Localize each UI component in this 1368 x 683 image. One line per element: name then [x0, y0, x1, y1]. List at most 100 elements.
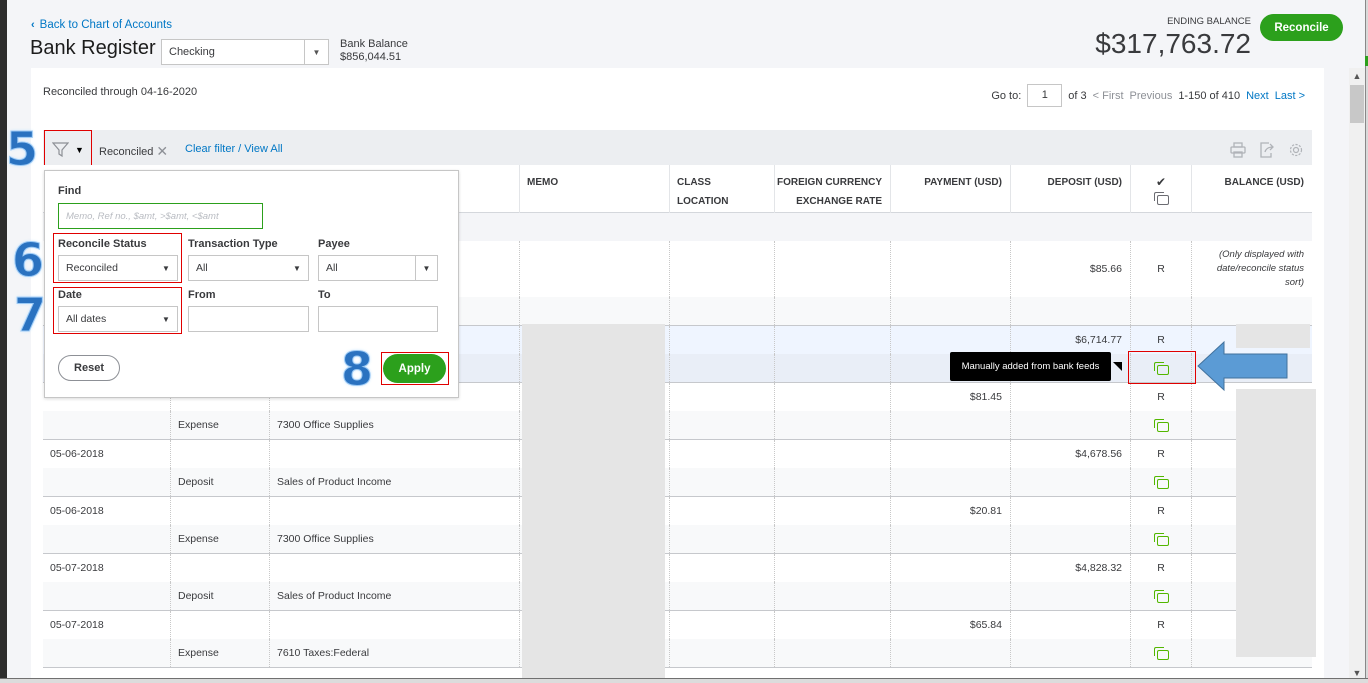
row-line-2: Deposit Sales of Product Income — [43, 468, 1312, 496]
type-cell: Expense — [170, 411, 269, 439]
column-header-memo[interactable]: MEMO — [519, 165, 669, 213]
deposit-header-label: DEPOSIT (USD) — [1047, 177, 1122, 188]
bank-feed-cell — [1130, 582, 1191, 610]
class-header-label: CLASS — [677, 177, 711, 188]
table-row[interactable]: 05-07-2018 $65.84 R Expense 7610 Taxes:Feder… — [43, 611, 1312, 668]
vertical-scrollbar[interactable]: ▲ ▼ — [1349, 68, 1365, 683]
payee-cell — [269, 497, 519, 525]
account-cell: 7300 Office Supplies — [269, 525, 519, 553]
scrollbar-thumb[interactable] — [1350, 85, 1364, 123]
class-cell — [669, 241, 774, 297]
payment-cell-2 — [890, 639, 1010, 667]
transaction-type-label: Transaction Type — [188, 238, 278, 250]
payee-cell — [269, 440, 519, 468]
payee-select[interactable]: All ▼ — [318, 255, 438, 281]
column-header-foreign-currency[interactable]: FOREIGN CURRENCY EXCHANGE RATE — [774, 165, 890, 213]
find-input[interactable]: Memo, Ref no., $amt, >$amt, <$amt — [58, 203, 263, 229]
last-page-link[interactable]: Last > — [1275, 90, 1305, 102]
deposit-cell-2 — [1010, 525, 1130, 553]
class-cell — [669, 611, 774, 639]
fx-header-line2: EXCHANGE RATE — [796, 196, 882, 207]
payment-cell — [890, 241, 1010, 297]
bank-feed-icon[interactable] — [1154, 533, 1169, 546]
date-cell: 05-07-2018 — [50, 562, 104, 574]
horizontal-scrollbar[interactable] — [0, 678, 1368, 683]
location-cell — [669, 582, 774, 610]
reconcile-status-cell: R — [1130, 554, 1191, 582]
deposit-cell — [1010, 383, 1130, 411]
column-header-deposit[interactable]: DEPOSIT (USD) — [1010, 165, 1130, 213]
payment-cell: $20.81 — [890, 497, 1010, 525]
from-date-input[interactable] — [188, 306, 309, 332]
account-cell: Sales of Product Income — [269, 582, 519, 610]
column-header-reconcile-status[interactable]: ✔ — [1130, 165, 1191, 213]
memo-cell — [519, 241, 669, 297]
annotation-arrow-left-icon — [1197, 340, 1288, 392]
export-icon[interactable] — [1257, 140, 1276, 159]
table-row[interactable]: 05-06-2018 $4,678.56 R Deposit Sales of Prod… — [43, 440, 1312, 497]
type-cell: Deposit — [170, 468, 269, 496]
column-header-balance[interactable]: BALANCE (USD) — [1191, 165, 1312, 213]
fx-cell-2 — [774, 582, 890, 610]
deposit-cell: $6,714.77 — [1010, 326, 1130, 354]
table-row[interactable]: 05-07-2018 $4,828.32 R Deposit Sales of Prod… — [43, 554, 1312, 611]
bank-feed-header-icon-wrap — [1131, 192, 1191, 211]
ref-cell — [170, 440, 269, 468]
page-title: Bank Register — [30, 37, 156, 59]
next-page-link[interactable]: Next — [1246, 90, 1269, 102]
location-header-label: LOCATION — [677, 196, 729, 207]
date-cell-2 — [43, 411, 170, 439]
transaction-type-select[interactable]: All ▼ — [188, 255, 309, 281]
payment-cell — [890, 440, 1010, 468]
to-date-input[interactable] — [318, 306, 438, 332]
bank-feed-icon[interactable] — [1154, 590, 1169, 603]
class-cell — [669, 440, 774, 468]
annotation-highlight-box — [53, 287, 182, 334]
table-row[interactable]: 05-06-2018 $20.81 R Expense 7300 Office Supp… — [43, 497, 1312, 554]
memo-cell-2 — [519, 297, 669, 325]
previous-page-link[interactable]: Previous — [1130, 90, 1173, 102]
deposit-cell-2 — [1010, 297, 1130, 325]
filter-button[interactable]: ▼ — [44, 130, 92, 169]
settings-gear-icon[interactable] — [1286, 140, 1305, 159]
fx-cell — [774, 383, 890, 411]
annotation-highlight-box — [381, 352, 449, 385]
deposit-cell-2 — [1010, 639, 1130, 667]
fx-cell — [774, 497, 890, 525]
first-page-link[interactable]: < First — [1093, 90, 1124, 102]
window-left-edge — [0, 0, 7, 683]
bank-feed-icon[interactable] — [1154, 476, 1169, 489]
bank-feed-icon[interactable] — [1154, 647, 1169, 660]
bank-feed-cell — [1130, 525, 1191, 553]
scroll-up-icon[interactable]: ▲ — [1349, 68, 1365, 84]
clear-filter-link[interactable]: Clear filter / View All — [185, 143, 283, 155]
goto-page-input[interactable]: 1 — [1027, 84, 1063, 107]
payee-value: All — [326, 262, 338, 274]
bank-feed-cell — [1130, 411, 1191, 439]
annotation-highlight-box — [53, 233, 182, 283]
payment-cell: $81.45 — [890, 383, 1010, 411]
class-cell — [669, 554, 774, 582]
bank-feed-icon — [1154, 192, 1169, 205]
payment-cell-2 — [890, 411, 1010, 439]
reconcile-button[interactable]: Reconcile — [1260, 14, 1343, 41]
balance-cell: (Only displayed with date/reconcile stat… — [1191, 241, 1312, 297]
reconcile-status-cell: R — [1130, 611, 1191, 639]
account-select[interactable]: Checking ▼ — [161, 39, 329, 65]
print-icon[interactable] — [1228, 140, 1247, 159]
reset-button[interactable]: Reset — [58, 355, 120, 381]
back-to-chart-of-accounts-link[interactable]: ‹ Back to Chart of Accounts — [31, 19, 172, 31]
payment-cell — [890, 326, 1010, 354]
reconcile-status-cell: R — [1130, 383, 1191, 411]
annotation-step-8: 8 — [340, 342, 374, 396]
column-header-payment[interactable]: PAYMENT (USD) — [890, 165, 1010, 213]
reconcile-status-cell: R — [1130, 241, 1191, 297]
caret-down-icon: ▼ — [304, 40, 328, 64]
reconcile-status-cell: R — [1130, 497, 1191, 525]
column-header-class-location[interactable]: CLASS LOCATION — [669, 165, 774, 213]
bank-feed-icon[interactable] — [1154, 419, 1169, 432]
remove-filter-icon[interactable]: ✕ — [156, 143, 168, 160]
chevron-left-icon: ‹ — [31, 19, 35, 31]
reconcile-status-cell: R — [1130, 326, 1191, 354]
fx-cell — [774, 326, 890, 354]
